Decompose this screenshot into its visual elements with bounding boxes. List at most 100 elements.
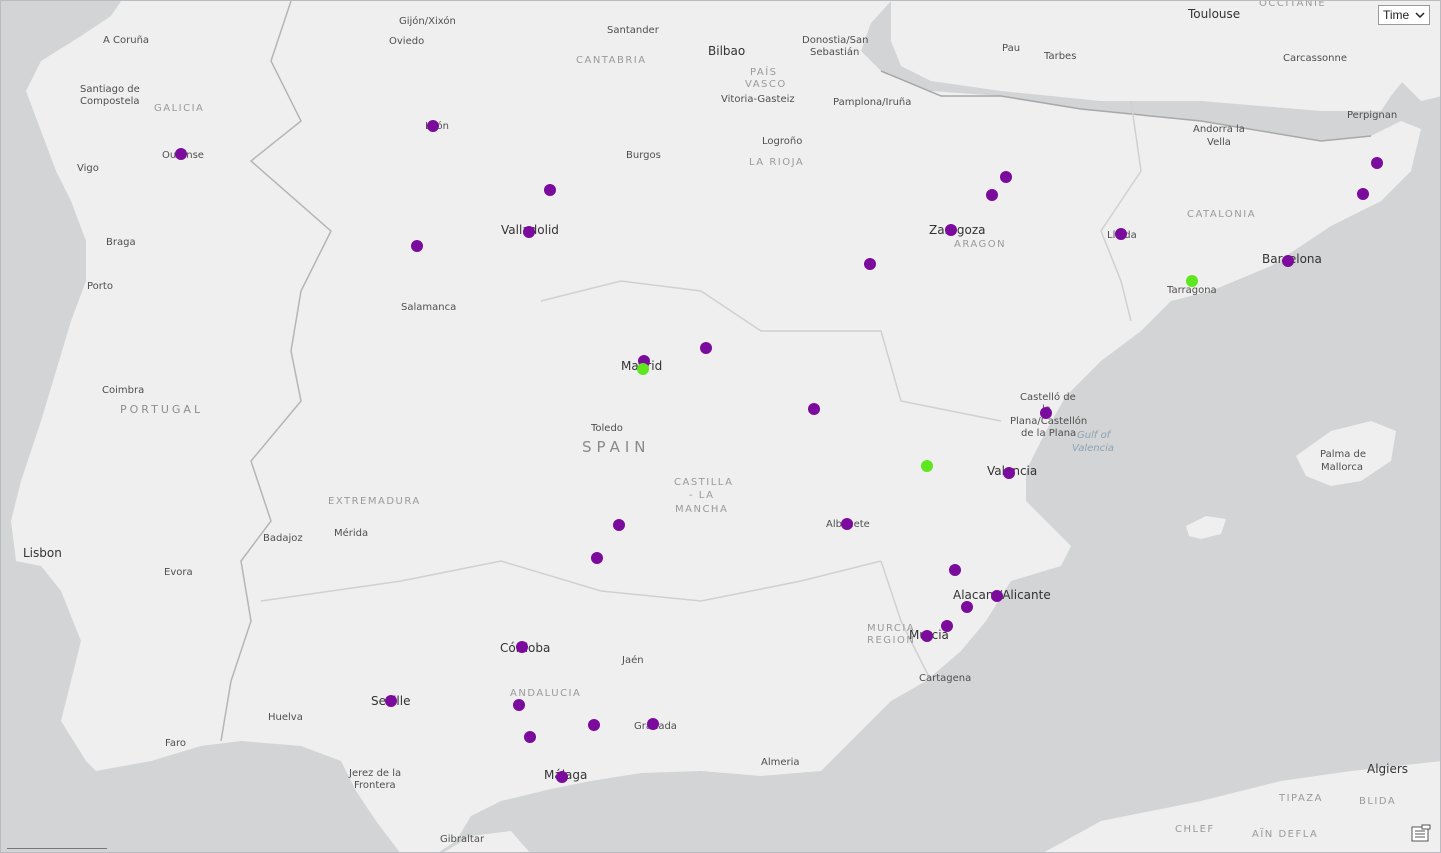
marker-green[interactable] — [637, 363, 649, 375]
label-chlef: CHLEF — [1175, 824, 1215, 835]
label-gulf-2: Valencia — [1072, 443, 1114, 454]
marker-purple[interactable] — [945, 224, 957, 236]
marker-purple[interactable] — [411, 240, 423, 252]
label-algiers: Algiers — [1367, 762, 1408, 776]
label-evora: Evora — [164, 567, 193, 578]
label-pau: Pau — [1002, 43, 1020, 54]
marker-green[interactable] — [921, 460, 933, 472]
marker-purple[interactable] — [1371, 157, 1383, 169]
label-cartagena: Cartagena — [919, 673, 971, 684]
marker-purple[interactable] — [1282, 255, 1294, 267]
marker-purple[interactable] — [921, 630, 933, 642]
label-porto: Porto — [87, 281, 113, 292]
marker-purple[interactable] — [1000, 171, 1012, 183]
label-perpignan: Perpignan — [1347, 110, 1397, 121]
label-faro: Faro — [165, 738, 186, 749]
label-burgos: Burgos — [626, 150, 661, 161]
marker-purple[interactable] — [1040, 407, 1052, 419]
label-donostia-2: Sebastián — [810, 46, 859, 58]
label-santander: Santander — [607, 25, 660, 36]
label-jaen: Jaén — [621, 654, 644, 666]
marker-green[interactable] — [1186, 275, 1198, 287]
label-andorra-1: Andorra la — [1193, 124, 1245, 135]
marker-purple[interactable] — [524, 731, 536, 743]
marker-purple[interactable] — [385, 695, 397, 707]
basemap: Toulouse OCCITANIE Gijón/Xixón Santander… — [1, 1, 1440, 852]
label-cantabria: CANTABRIA — [576, 55, 647, 66]
label-gulf-1: Gulf of — [1077, 430, 1112, 441]
marker-purple[interactable] — [1115, 228, 1127, 240]
label-gibraltar: Gibraltar — [440, 834, 485, 845]
label-galicia: GALICIA — [154, 103, 204, 114]
marker-purple[interactable] — [523, 226, 535, 238]
marker-purple[interactable] — [986, 189, 998, 201]
label-bilbao: Bilbao — [708, 44, 745, 58]
marker-purple[interactable] — [808, 403, 820, 415]
label-castello-1: Castelló de — [1020, 391, 1076, 403]
label-castello-4: de la Plana — [1021, 428, 1076, 439]
marker-purple[interactable] — [513, 699, 525, 711]
marker-purple[interactable] — [941, 620, 953, 632]
label-jerez-1: Jerez de la — [348, 768, 401, 779]
time-dropdown-value: Time — [1383, 8, 1410, 22]
label-aragon: ARAGON — [954, 239, 1006, 250]
label-blida: BLIDA — [1359, 796, 1396, 807]
label-oviedo: Oviedo — [389, 36, 424, 47]
label-spain: SPAIN — [582, 438, 651, 456]
label-pamplona: Pamplona/Iruña — [833, 97, 911, 108]
label-donostia-1: Donostia/San — [802, 35, 869, 46]
label-tipaza: TIPAZA — [1278, 793, 1323, 804]
marker-purple[interactable] — [544, 184, 556, 196]
label-acoruna: A Coruña — [103, 35, 149, 46]
marker-purple[interactable] — [864, 258, 876, 270]
label-castilla-2: - LA — [689, 490, 714, 501]
label-vitoria: Vitoria-Gasteiz — [721, 94, 795, 105]
marker-purple[interactable] — [588, 719, 600, 731]
label-braga: Braga — [106, 237, 136, 248]
label-murciaregion-1: MURCIA — [867, 623, 915, 634]
legend-icon[interactable] — [1410, 824, 1432, 844]
marker-purple[interactable] — [516, 641, 528, 653]
marker-purple[interactable] — [700, 342, 712, 354]
label-occitanie: OCCITANIE — [1259, 1, 1326, 9]
label-larioja: LA RIOJA — [749, 157, 804, 168]
marker-purple[interactable] — [1357, 188, 1369, 200]
marker-purple[interactable] — [647, 718, 659, 730]
label-castilla-1: CASTILLA — [674, 477, 733, 488]
marker-purple[interactable] — [556, 771, 568, 783]
label-tarbes: Tarbes — [1043, 51, 1076, 62]
marker-purple[interactable] — [949, 564, 961, 576]
marker-purple[interactable] — [841, 518, 853, 530]
label-salamanca: Salamanca — [401, 302, 456, 313]
time-dropdown[interactable]: Time — [1378, 5, 1430, 25]
label-merida: Mérida — [334, 527, 368, 539]
label-andorra-2: Vella — [1207, 137, 1231, 148]
map-view[interactable]: Toulouse OCCITANIE Gijón/Xixón Santander… — [0, 0, 1441, 853]
label-jerez-2: Frontera — [354, 780, 396, 791]
label-carcassonne: Carcassonne — [1283, 53, 1347, 64]
label-toledo: Toledo — [590, 423, 623, 434]
label-coimbra: Coimbra — [102, 385, 144, 396]
marker-purple[interactable] — [1003, 467, 1015, 479]
label-santiago-1: Santiago de — [80, 84, 140, 95]
marker-purple[interactable] — [175, 148, 187, 160]
label-paisvasco-2: VASCO — [745, 79, 787, 90]
label-aindefla: AÏN DEFLA — [1252, 827, 1318, 840]
label-palma-2: Mallorca — [1321, 462, 1363, 473]
label-badajoz: Badajoz — [263, 533, 303, 544]
marker-purple[interactable] — [427, 120, 439, 132]
label-lisbon: Lisbon — [23, 546, 62, 560]
marker-purple[interactable] — [961, 601, 973, 613]
scale-bar — [7, 848, 107, 852]
label-huelva: Huelva — [268, 712, 303, 723]
label-andalucia: ANDALUCIA — [510, 688, 581, 699]
label-portugal: PORTUGAL — [120, 403, 203, 416]
marker-purple[interactable] — [613, 519, 625, 531]
marker-purple[interactable] — [991, 590, 1003, 602]
label-castilla-3: MANCHA — [675, 504, 728, 515]
label-vigo: Vigo — [77, 163, 99, 174]
marker-purple[interactable] — [591, 552, 603, 564]
label-extremadura: EXTREMADURA — [328, 496, 421, 507]
label-palma-1: Palma de — [1320, 449, 1366, 460]
label-logrono: Logroño — [762, 136, 802, 147]
